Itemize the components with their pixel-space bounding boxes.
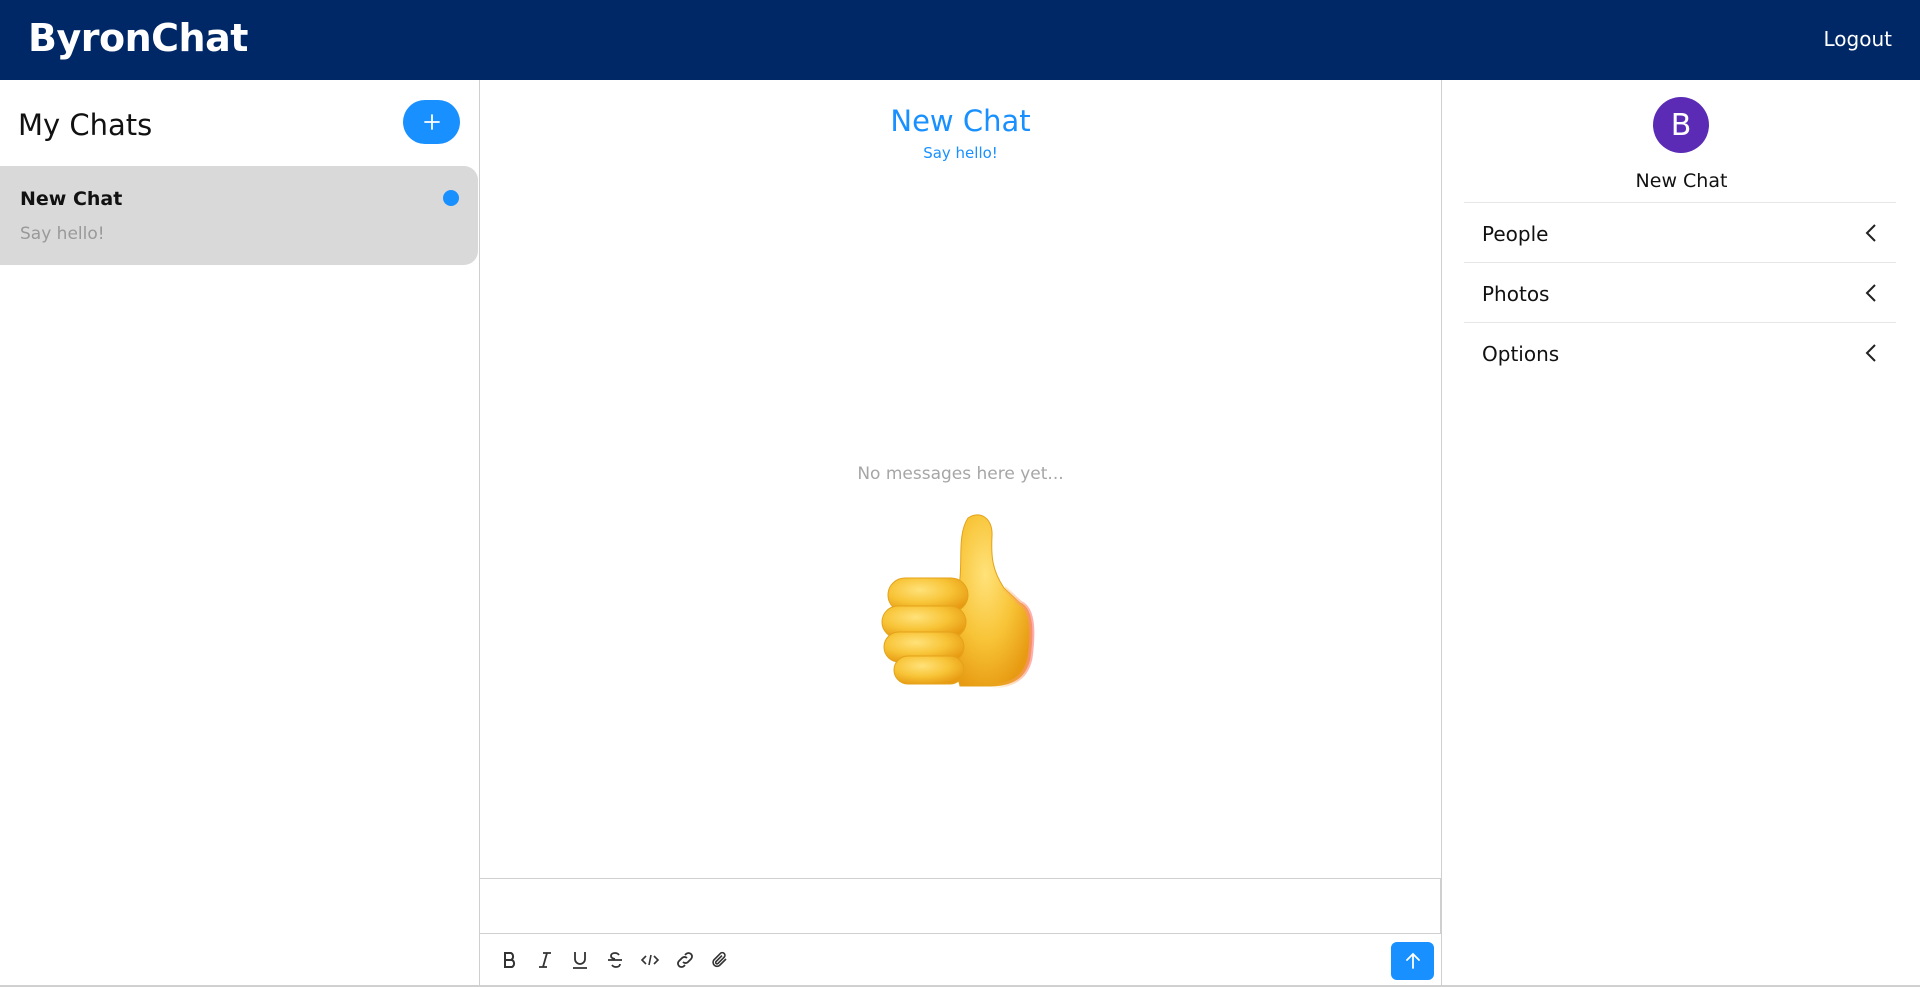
bold-button[interactable]: [498, 948, 522, 972]
bold-icon: [504, 952, 516, 968]
chevron-left-icon: [1865, 344, 1876, 362]
options-section-label: Options: [1482, 342, 1560, 366]
link-icon: [677, 952, 693, 968]
people-section-label: People: [1482, 222, 1549, 246]
strikethrough-button[interactable]: [603, 948, 627, 972]
unread-dot: [443, 190, 459, 206]
empty-state-text: No messages here yet...: [857, 464, 1064, 484]
code-button[interactable]: [638, 948, 662, 972]
logout-button[interactable]: Logout: [1824, 27, 1892, 51]
italic-icon: [539, 952, 551, 968]
attach-button[interactable]: [708, 948, 732, 972]
chat-title: New Chat: [890, 104, 1031, 138]
link-button[interactable]: [673, 948, 697, 972]
people-section[interactable]: People: [1464, 202, 1896, 262]
options-section[interactable]: Options: [1464, 322, 1896, 382]
thumbs-up-icon: [881, 514, 1035, 689]
chat-subtitle: Say hello!: [923, 144, 998, 162]
chat-feed: New Chat Say hello! No messages here yet…: [480, 80, 1441, 985]
arrow-up-icon: [1405, 952, 1420, 969]
formatting-toolbar: [480, 934, 1441, 985]
chevron-left-icon: [1865, 224, 1876, 242]
avatar: B: [1653, 97, 1709, 153]
underline-button[interactable]: [568, 948, 592, 972]
underline-icon: [573, 952, 587, 969]
chat-list-title: My Chats: [18, 108, 153, 142]
chat-details-panel: B New Chat People Photos Options: [1441, 80, 1920, 985]
italic-button[interactable]: [533, 948, 557, 972]
send-button[interactable]: [1391, 942, 1434, 980]
chat-card-title: New Chat: [20, 188, 123, 210]
photos-section-label: Photos: [1482, 282, 1550, 306]
details-title: New Chat: [1635, 170, 1728, 192]
new-chat-button[interactable]: [403, 100, 460, 144]
top-bar: ByronChat Logout: [0, 0, 1920, 80]
photos-section[interactable]: Photos: [1464, 262, 1896, 322]
chat-card[interactable]: New Chat Say hello!: [0, 166, 478, 265]
app-title: ByronChat: [28, 16, 248, 60]
attachment-icon: [712, 951, 727, 968]
chevron-left-icon: [1865, 284, 1876, 302]
strikethrough-icon: [608, 952, 622, 968]
code-icon: [640, 954, 660, 966]
chat-list-panel: My Chats New Chat Say hello!: [0, 80, 480, 985]
chat-card-preview: Say hello!: [20, 224, 105, 244]
message-input[interactable]: [480, 878, 1441, 934]
plus-icon: [423, 114, 440, 130]
